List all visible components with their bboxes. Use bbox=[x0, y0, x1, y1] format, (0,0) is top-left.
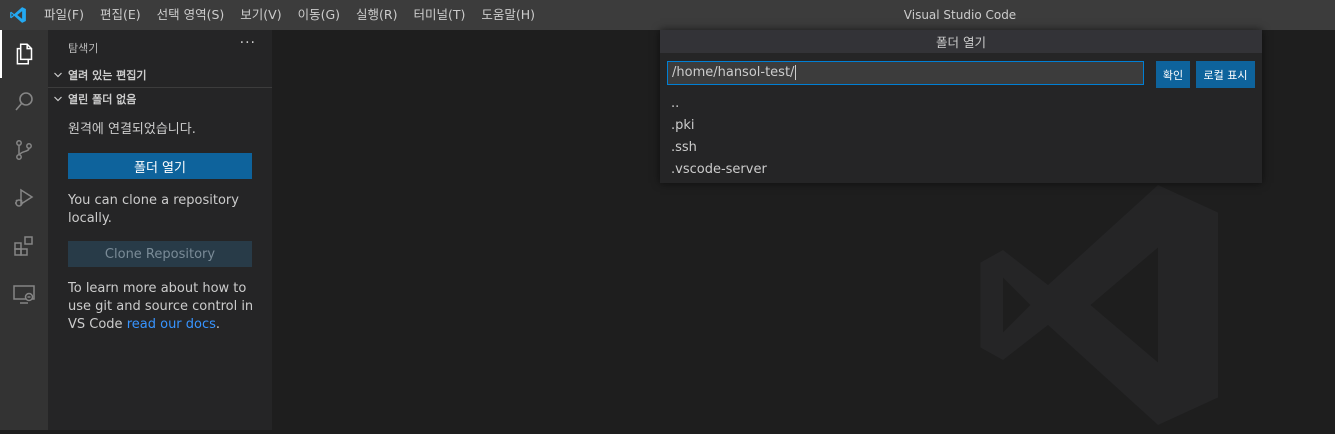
more-actions-icon[interactable]: ··· bbox=[240, 35, 256, 51]
title-bar: 파일(F) 편집(E) 선택 영역(S) 보기(V) 이동(G) 실행(R) 터… bbox=[0, 0, 1335, 30]
menu-go[interactable]: 이동(G) bbox=[290, 0, 348, 30]
list-item[interactable]: .ssh bbox=[671, 140, 697, 156]
open-folder-button[interactable]: 폴더 열기 bbox=[68, 153, 252, 179]
section-open-editors[interactable]: 열려 있는 편집기 bbox=[48, 64, 272, 86]
menu-edit[interactable]: 편집(E) bbox=[92, 0, 149, 30]
remote-explorer-icon[interactable] bbox=[0, 270, 48, 318]
section-label: 열려 있는 편집기 bbox=[68, 69, 147, 82]
remote-connected-message: 원격에 연결되었습니다. bbox=[68, 122, 196, 137]
explorer-icon[interactable] bbox=[0, 30, 48, 78]
menu-terminal[interactable]: 터미널(T) bbox=[406, 0, 474, 30]
vscode-logo-icon bbox=[0, 0, 36, 30]
clone-repository-button[interactable]: Clone Repository bbox=[68, 241, 252, 267]
vscode-watermark-icon bbox=[968, 180, 1228, 434]
text-cursor bbox=[795, 65, 797, 80]
run-debug-icon[interactable] bbox=[0, 174, 48, 222]
menu-run[interactable]: 실행(R) bbox=[348, 0, 405, 30]
clone-message: You can clone a repository locally. bbox=[68, 193, 239, 226]
window-title: Visual Studio Code bbox=[903, 8, 1017, 22]
read-docs-link[interactable]: read our docs bbox=[127, 317, 216, 332]
chevron-down-icon bbox=[48, 70, 68, 80]
list-item[interactable]: .vscode-server bbox=[671, 162, 767, 178]
menu-file[interactable]: 파일(F) bbox=[36, 0, 92, 30]
section-label: 열린 폴더 없음 bbox=[68, 93, 137, 106]
folder-path-input[interactable]: /home/hansol-test/ bbox=[667, 61, 1144, 85]
menu-view[interactable]: 보기(V) bbox=[232, 0, 289, 30]
search-icon[interactable] bbox=[0, 78, 48, 126]
learn-more-message: To learn more about how to use git and s… bbox=[68, 280, 258, 334]
dialog-title: 폴더 열기 bbox=[660, 30, 1262, 53]
folder-path-value: /home/hansol-test/ bbox=[672, 65, 795, 80]
source-control-icon[interactable] bbox=[0, 126, 48, 174]
section-no-folder[interactable]: 열린 폴더 없음 bbox=[48, 87, 272, 110]
menu-selection[interactable]: 선택 영역(S) bbox=[149, 0, 233, 30]
explorer-sidebar: 탐색기 ··· 열려 있는 편집기 열린 폴더 없음 원격에 연결되었습니다. … bbox=[48, 30, 272, 430]
activity-bar bbox=[0, 30, 48, 430]
extensions-icon[interactable] bbox=[0, 222, 48, 270]
list-item[interactable]: .pki bbox=[671, 118, 695, 134]
chevron-down-icon bbox=[48, 94, 68, 104]
show-local-button[interactable]: 로컬 표시 bbox=[1196, 61, 1255, 88]
list-item[interactable]: .. bbox=[671, 96, 679, 112]
ok-button[interactable]: 확인 bbox=[1156, 61, 1190, 88]
menu-help[interactable]: 도움말(H) bbox=[473, 0, 543, 30]
learn-more-suffix: . bbox=[215, 317, 221, 332]
explorer-title: 탐색기 bbox=[68, 42, 99, 55]
menu-bar: 파일(F) 편집(E) 선택 영역(S) 보기(V) 이동(G) 실행(R) 터… bbox=[36, 0, 543, 30]
open-folder-dialog: 폴더 열기 /home/hansol-test/ 확인 로컬 표시 .. .pk… bbox=[660, 30, 1262, 183]
